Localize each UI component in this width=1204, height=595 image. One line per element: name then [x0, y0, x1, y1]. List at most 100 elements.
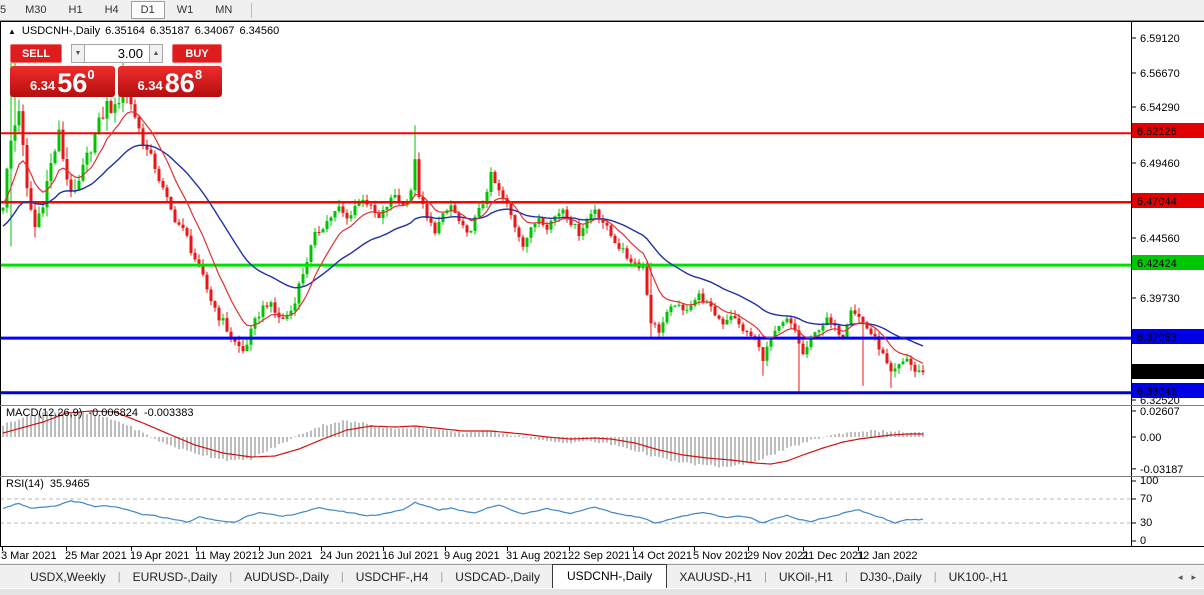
- candle-body: [673, 305, 677, 307]
- candle-body: [853, 310, 857, 314]
- candle-body: [349, 215, 353, 219]
- volume-increase-button[interactable]: ▲: [149, 44, 163, 63]
- candle-body: [577, 223, 581, 236]
- sell-price-box[interactable]: 6.34 56 0: [10, 66, 115, 97]
- candle-body: [697, 293, 701, 300]
- candle-body: [625, 248, 629, 259]
- rsi-axis-label: 100: [1140, 475, 1158, 487]
- candle-body: [113, 104, 117, 113]
- macd-name: MACD(12,26,9): [6, 407, 83, 419]
- candle-body: [661, 322, 665, 333]
- candle-body: [785, 318, 789, 323]
- sell-button[interactable]: SELL: [10, 44, 62, 63]
- tab-ukoil-h1[interactable]: UKOil-,H1: [767, 567, 845, 589]
- tab-scroll-arrows: ◂ ▸: [1178, 572, 1196, 583]
- candle-body: [593, 209, 597, 214]
- volume-decrease-button[interactable]: ▼: [71, 44, 85, 63]
- price-axis-tick-label: 6.59120: [1140, 33, 1180, 45]
- tab-eurusd-daily[interactable]: EURUSD-,Daily: [121, 567, 230, 589]
- candle-body: [477, 208, 481, 217]
- symbol-tabs: USDX,Weekly | EURUSD-,Daily | AUDUSD-,Daily |…: [18, 564, 1020, 589]
- candle-body: [617, 243, 621, 249]
- tab-usdx-weekly[interactable]: USDX,Weekly: [18, 567, 118, 589]
- candle-body: [321, 229, 325, 233]
- rsi-indicator-label: RSI(14) 35.9465: [6, 478, 90, 490]
- tab-xauusd-h1[interactable]: XAUUSD-,H1: [667, 567, 764, 589]
- candle-body: [117, 103, 121, 105]
- candle-body: [725, 319, 729, 325]
- candle-body: [109, 101, 113, 113]
- candle-body: [885, 353, 889, 364]
- candle-body: [829, 317, 833, 324]
- price-axis-tick-label: 6.49460: [1140, 158, 1180, 170]
- candle-body: [873, 334, 877, 337]
- candle-body: [85, 152, 89, 165]
- candle-body: [449, 205, 453, 211]
- candle-body: [685, 309, 689, 311]
- candle-body: [417, 159, 421, 197]
- tab-dj30-daily[interactable]: DJ30-,Daily: [848, 567, 934, 589]
- candle-body: [197, 259, 201, 264]
- buy-price-box[interactable]: 6.34 86 8: [117, 66, 222, 98]
- macd-indicator-label: MACD(12,26,9) -0.006824 -0.003383: [6, 407, 194, 419]
- candle-body: [21, 111, 25, 145]
- sell-price-main: 56: [57, 68, 88, 98]
- candle-body: [69, 179, 73, 192]
- candle-body: [49, 163, 53, 182]
- chart-header: ▲ USDCNH-,Daily 6.35164 6.35187 6.34067 …: [8, 25, 279, 37]
- buy-button[interactable]: BUY: [172, 44, 222, 63]
- tabs-scroll-right-button[interactable]: ▸: [1191, 572, 1196, 583]
- candle-body: [917, 370, 921, 372]
- candle-body: [333, 211, 337, 218]
- candle-body: [353, 205, 357, 216]
- rsi-axis-label: 70: [1140, 493, 1152, 505]
- tab-usdcad-daily[interactable]: USDCAD-,Daily: [443, 567, 552, 589]
- tab-usdchf-h4[interactable]: USDCHF-,H4: [344, 567, 441, 589]
- buy-price-prefix: 6.34: [137, 78, 163, 93]
- candle-body: [81, 164, 85, 181]
- candle-body: [385, 206, 389, 210]
- quote-high: 6.35187: [149, 25, 190, 37]
- candle-body: [641, 266, 645, 268]
- candle-body: [429, 218, 433, 223]
- candle-body: [645, 266, 649, 295]
- price-tag-label: 6.52126: [1137, 126, 1177, 138]
- candle-body: [165, 187, 169, 197]
- candle-body: [561, 209, 565, 214]
- candle-body: [717, 315, 721, 319]
- candle-body: [309, 245, 313, 262]
- candle-body: [29, 188, 33, 210]
- candle-body: [313, 232, 317, 246]
- buy-price-main: 86: [164, 68, 195, 98]
- volume-input[interactable]: [85, 44, 149, 63]
- candle-body: [465, 225, 469, 233]
- candle-body: [869, 328, 873, 335]
- one-click-trade-panel: SELL ▼ ▲ BUY 6.34 56 0 6.34 86 8: [10, 44, 222, 97]
- candle-body: [181, 224, 185, 229]
- tab-uk100-h1[interactable]: UK100-,H1: [937, 567, 1020, 589]
- candle-body: [205, 274, 209, 290]
- candle-body: [901, 361, 905, 364]
- candle-body: [857, 313, 861, 317]
- candle-body: [425, 203, 429, 219]
- candle-body: [37, 213, 41, 228]
- tab-audusd-daily[interactable]: AUDUSD-,Daily: [232, 567, 341, 589]
- candle-body: [529, 227, 533, 238]
- tabs-scroll-left-button[interactable]: ◂: [1178, 572, 1183, 583]
- candle-body: [301, 274, 305, 284]
- candle-body: [681, 304, 685, 311]
- candle-body: [185, 228, 189, 236]
- tab-usdcnh-daily[interactable]: USDCNH-,Daily: [551, 564, 668, 589]
- date-axis-label: 3 Mar 2021: [1, 550, 57, 562]
- candle-body: [781, 322, 785, 326]
- candle-body: [257, 317, 261, 319]
- date-axis-label: 29 Nov 2021: [747, 550, 809, 562]
- candle-body: [497, 183, 501, 191]
- candle-body: [517, 227, 521, 238]
- collapse-trade-panel-icon[interactable]: ▲: [8, 27, 16, 36]
- candle-body: [821, 325, 825, 331]
- price-tag-label: 6.34560: [1137, 367, 1177, 379]
- candle-body: [153, 153, 157, 169]
- rsi-axis-label: 0: [1140, 535, 1146, 547]
- candle-body: [317, 232, 321, 233]
